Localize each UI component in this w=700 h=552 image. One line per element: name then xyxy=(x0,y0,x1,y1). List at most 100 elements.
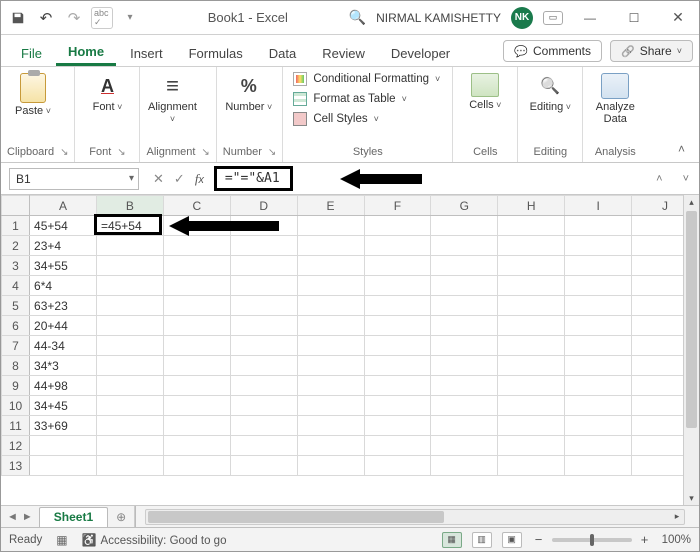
cell-I2[interactable] xyxy=(565,236,632,256)
tab-review[interactable]: Review xyxy=(310,40,377,66)
enter-formula-button[interactable]: ✓ xyxy=(174,171,185,187)
column-header-E[interactable]: E xyxy=(297,196,364,216)
tab-data[interactable]: Data xyxy=(257,40,308,66)
cell-E2[interactable] xyxy=(297,236,364,256)
tab-file[interactable]: File xyxy=(9,40,54,66)
cell-H3[interactable] xyxy=(498,256,565,276)
cell-B4[interactable] xyxy=(96,276,163,296)
cell-G10[interactable] xyxy=(431,396,498,416)
comments-button[interactable]: Comments xyxy=(503,40,602,62)
name-box-dropdown-icon[interactable]: ▾ xyxy=(129,173,134,184)
cell-F12[interactable] xyxy=(364,436,431,456)
cell-C8[interactable] xyxy=(163,356,230,376)
cell-F2[interactable] xyxy=(364,236,431,256)
cell-H5[interactable] xyxy=(498,296,565,316)
cell-A2[interactable]: 23+4 xyxy=(30,236,97,256)
cell-A11[interactable]: 33+69 xyxy=(30,416,97,436)
cell-I10[interactable] xyxy=(565,396,632,416)
cell-E7[interactable] xyxy=(297,336,364,356)
fx-icon[interactable]: fx xyxy=(195,171,204,187)
cell-D8[interactable] xyxy=(230,356,297,376)
zoom-out-button[interactable]: − xyxy=(532,532,546,547)
formula-bar-expand[interactable]: ˅ xyxy=(673,173,699,185)
column-header-H[interactable]: H xyxy=(498,196,565,216)
cell-C13[interactable] xyxy=(163,456,230,476)
cell-F5[interactable] xyxy=(364,296,431,316)
collapse-ribbon-button[interactable]: ˄ xyxy=(670,138,693,160)
cell-A9[interactable]: 44+98 xyxy=(30,376,97,396)
cell-G13[interactable] xyxy=(431,456,498,476)
cell-F11[interactable] xyxy=(364,416,431,436)
zoom-level[interactable]: 100% xyxy=(662,534,691,546)
cell-C11[interactable] xyxy=(163,416,230,436)
cell-G9[interactable] xyxy=(431,376,498,396)
cell-D2[interactable] xyxy=(230,236,297,256)
row-header-13[interactable]: 13 xyxy=(2,456,30,476)
cell-G5[interactable] xyxy=(431,296,498,316)
page-layout-view-button[interactable]: ▥ xyxy=(472,532,492,548)
cell-F4[interactable] xyxy=(364,276,431,296)
column-header-F[interactable]: F xyxy=(364,196,431,216)
sheet-nav-prev[interactable]: ◄ xyxy=(7,511,18,523)
cell-G8[interactable] xyxy=(431,356,498,376)
cell-B11[interactable] xyxy=(96,416,163,436)
cell-D7[interactable] xyxy=(230,336,297,356)
cell-G2[interactable] xyxy=(431,236,498,256)
cell-F8[interactable] xyxy=(364,356,431,376)
cell-F13[interactable] xyxy=(364,456,431,476)
cell-H6[interactable] xyxy=(498,316,565,336)
number-dialog-launcher[interactable]: ↘ xyxy=(268,147,276,158)
number-button[interactable]: Number xyxy=(223,71,275,115)
cell-D6[interactable] xyxy=(230,316,297,336)
analyze-data-button[interactable]: AnalyzeData xyxy=(589,71,641,127)
cell-E1[interactable] xyxy=(297,216,364,236)
maximize-button[interactable]: ☐ xyxy=(617,3,651,33)
macro-recording-icon[interactable] xyxy=(56,533,67,547)
cell-I4[interactable] xyxy=(565,276,632,296)
ribbon-display-options[interactable]: ▭ xyxy=(543,11,563,25)
row-header-5[interactable]: 5 xyxy=(2,296,30,316)
formula-bar-collapse[interactable]: ˄ xyxy=(646,173,672,185)
cell-E5[interactable] xyxy=(297,296,364,316)
cell-styles-button[interactable]: Cell Styles xyxy=(289,111,444,127)
cell-A13[interactable] xyxy=(30,456,97,476)
cell-G4[interactable] xyxy=(431,276,498,296)
cell-I8[interactable] xyxy=(565,356,632,376)
row-header-9[interactable]: 9 xyxy=(2,376,30,396)
save-icon[interactable] xyxy=(7,7,29,29)
cell-H2[interactable] xyxy=(498,236,565,256)
cell-G12[interactable] xyxy=(431,436,498,456)
tab-insert[interactable]: Insert xyxy=(118,40,175,66)
cell-B6[interactable] xyxy=(96,316,163,336)
cell-A7[interactable]: 44-34 xyxy=(30,336,97,356)
cell-I11[interactable] xyxy=(565,416,632,436)
search-icon[interactable]: 🔍 xyxy=(349,9,366,26)
cell-I12[interactable] xyxy=(565,436,632,456)
cell-B10[interactable] xyxy=(96,396,163,416)
cell-F3[interactable] xyxy=(364,256,431,276)
cell-A5[interactable]: 63+23 xyxy=(30,296,97,316)
cell-B9[interactable] xyxy=(96,376,163,396)
cell-C2[interactable] xyxy=(163,236,230,256)
cell-H4[interactable] xyxy=(498,276,565,296)
cell-E8[interactable] xyxy=(297,356,364,376)
cell-A10[interactable]: 34+45 xyxy=(30,396,97,416)
new-sheet-button[interactable]: ⊕ xyxy=(108,506,134,527)
font-button[interactable]: Font xyxy=(81,71,133,115)
cell-E12[interactable] xyxy=(297,436,364,456)
cell-I7[interactable] xyxy=(565,336,632,356)
formula-input[interactable]: ="="&A1 xyxy=(214,166,293,191)
cell-A1[interactable]: 45+54 xyxy=(30,216,97,236)
cell-D4[interactable] xyxy=(230,276,297,296)
cell-G7[interactable] xyxy=(431,336,498,356)
row-header-11[interactable]: 11 xyxy=(2,416,30,436)
cell-F9[interactable] xyxy=(364,376,431,396)
cell-H11[interactable] xyxy=(498,416,565,436)
normal-view-button[interactable]: ▦ xyxy=(442,532,462,548)
zoom-in-button[interactable]: + xyxy=(638,532,652,547)
alignment-button[interactable]: Alignment xyxy=(146,71,198,127)
cell-H9[interactable] xyxy=(498,376,565,396)
column-header-D[interactable]: D xyxy=(230,196,297,216)
sheet-nav-next[interactable]: ► xyxy=(22,511,33,523)
cell-C9[interactable] xyxy=(163,376,230,396)
